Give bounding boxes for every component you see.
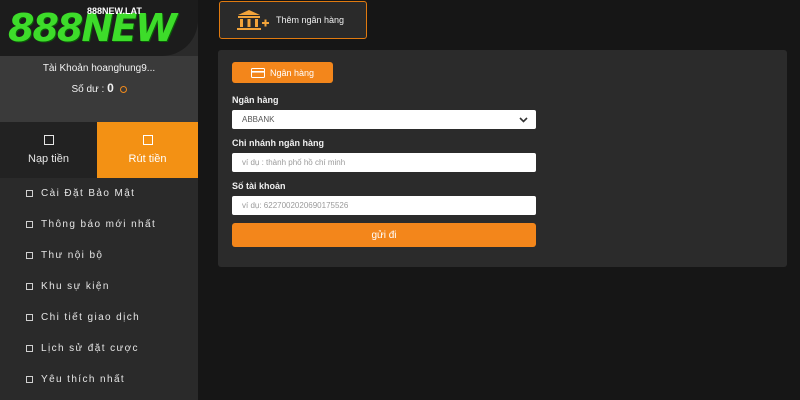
branch-label: Chi nhánh ngân hàng — [232, 138, 324, 148]
chevron-down-icon — [519, 116, 528, 123]
brand-domain: 888NEW.LAT — [87, 6, 142, 16]
menu-item-label: Chi tiết giao dịch — [41, 312, 141, 323]
fund-tabs: Nạp tiền Rút tiền — [0, 122, 198, 178]
history-icon — [26, 345, 33, 352]
bank-card-icon — [250, 67, 265, 78]
add-bank-label: Thêm ngân hàng — [276, 15, 345, 25]
deposit-icon — [43, 135, 54, 145]
notification-icon — [26, 221, 33, 228]
transaction-icon — [26, 314, 33, 321]
security-icon — [26, 190, 33, 197]
menu-item-security[interactable]: Cài Đặt Bảo Mật — [0, 178, 198, 209]
logo-area: 888NEW 888NEW.LAT — [0, 0, 198, 56]
bank-form-panel: Ngân hàng Ngân hàng ABBANK Chi nhánh ngâ… — [218, 50, 787, 267]
menu-item-notifications[interactable]: Thông báo mới nhất — [0, 209, 198, 240]
menu-item-label: Thông báo mới nhất — [41, 219, 157, 230]
account-name: Tài Khoản hoanghung9... — [42, 63, 156, 74]
bank-select[interactable]: ABBANK — [232, 110, 536, 129]
favorite-icon — [26, 376, 33, 383]
branch-input[interactable] — [232, 153, 536, 172]
mail-icon — [26, 252, 33, 259]
menu-item-bet-history[interactable]: Lịch sử đặt cược — [0, 333, 198, 364]
tab-deposit-label: Nạp tiền — [28, 153, 69, 165]
menu-item-favorites[interactable]: Yêu thích nhất — [0, 364, 198, 395]
menu-item-label: Yêu thích nhất — [41, 374, 126, 385]
tab-withdraw-label: Rút tiền — [128, 153, 167, 165]
sidebar-menu: Cài Đặt Bảo Mật Thông báo mới nhất Thư n… — [0, 178, 198, 395]
menu-item-transactions[interactable]: Chi tiết giao dịch — [0, 302, 198, 333]
menu-item-label: Khu sự kiện — [41, 281, 110, 292]
withdraw-icon — [142, 135, 153, 145]
menu-item-label: Lịch sử đặt cược — [41, 343, 139, 354]
account-number-label: Số tài khoản — [232, 181, 286, 191]
tab-withdraw[interactable]: Rút tiền — [97, 122, 198, 178]
bank-select-value: ABBANK — [242, 115, 275, 124]
bank-plus-icon — [237, 10, 269, 30]
balance-label: Số dư : — [71, 84, 105, 95]
bank-select-label: Ngân hàng — [232, 95, 279, 105]
tab-bank[interactable]: Ngân hàng — [232, 62, 333, 83]
menu-item-label: Thư nội bộ — [41, 250, 104, 261]
menu-item-inbox[interactable]: Thư nội bộ — [0, 240, 198, 271]
account-balance: Số dư : 0 — [0, 81, 198, 95]
add-bank-button[interactable]: Thêm ngân hàng — [219, 1, 367, 39]
sidebar: 888NEW 888NEW.LAT Tài Khoản hoanghung9..… — [0, 0, 198, 400]
account-number-input[interactable] — [232, 196, 536, 215]
submit-button[interactable]: gửi đi — [232, 223, 536, 247]
menu-item-label: Cài Đặt Bảo Mật — [41, 188, 136, 199]
account-panel: Tài Khoản hoanghung9... Số dư : 0 — [0, 56, 198, 122]
balance-value: 0 — [107, 81, 114, 95]
menu-item-events[interactable]: Khu sự kiện — [0, 271, 198, 302]
tab-deposit[interactable]: Nạp tiền — [0, 122, 97, 178]
event-icon — [26, 283, 33, 290]
tab-bank-label: Ngân hàng — [269, 67, 315, 78]
coin-icon — [119, 85, 127, 93]
